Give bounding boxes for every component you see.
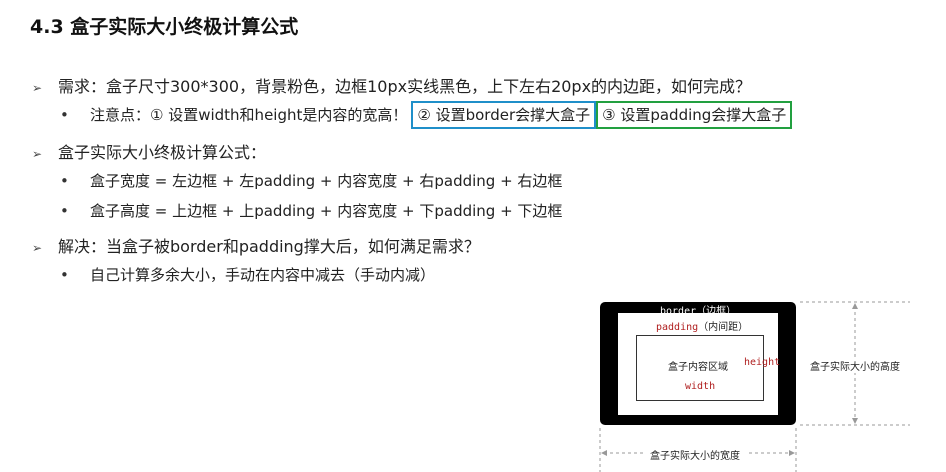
list-item-requirement: ➢ 需求：盒子尺寸300*300，背景粉色，边框10px实线黑色，上下左右20px… [32,73,751,97]
box-model-diagram: border（边框） padding（内间距） 盒子内容区域 height wi… [595,298,935,472]
list-item-solution: ➢ 解决：当盒子被border和padding撑大后，如何满足需求？ [32,233,480,257]
arrow-bullet-icon: ➢ [32,241,43,255]
dot-bullet-icon: • [60,266,69,284]
formula-title-text: 盒子实际大小终极计算公式： [58,143,267,162]
dot-bullet-icon: • [60,202,69,220]
solution-text: 解决：当盒子被border和padding撑大后，如何满足需求？ [58,237,480,256]
arrow-bullet-icon: ➢ [32,147,43,161]
solution-detail-text: 自己计算多余大小，手动在内容中减去（手动内减） [90,266,436,284]
width-dimension-label: 盒子实际大小的宽度 [649,447,741,462]
note-border-highlight: ② 设置border会撑大盒子 [411,101,597,129]
list-item-formula-title: ➢ 盒子实际大小终极计算公式： [32,139,266,163]
dot-bullet-icon: • [60,106,69,124]
list-item-solution-detail: • 自己计算多余大小，手动在内容中减去（手动内减） [60,264,435,285]
requirement-text: 需求：盒子尺寸300*300，背景粉色，边框10px实线黑色，上下左右20px的… [58,77,752,96]
formula-width-text: 盒子宽度 = 左边框 + 左padding + 内容宽度 + 右padding … [90,172,563,190]
dot-bullet-icon: • [60,172,69,190]
list-item-formula-width: • 盒子宽度 = 左边框 + 左padding + 内容宽度 + 右padding… [60,170,562,191]
list-item-formula-height: • 盒子高度 = 上边框 + 上padding + 内容宽度 + 下padding… [60,200,562,221]
formula-height-text: 盒子高度 = 上边框 + 上padding + 内容宽度 + 下padding … [90,202,563,220]
list-item-note: • 注意点：① 设置width和height是内容的宽高！ ② 设置border会撑… [60,101,793,129]
arrow-bullet-icon: ➢ [32,81,43,95]
note-padding-highlight: ③ 设置padding会撑大盒子 [596,101,793,129]
height-dimension-label: 盒子实际大小的高度 [809,358,901,373]
note-text: 注意点：① 设置width和height是内容的宽高！ [90,106,408,124]
page-title: 4.3 盒子实际大小终极计算公式 [30,16,299,38]
dimension-lines [599,301,910,472]
